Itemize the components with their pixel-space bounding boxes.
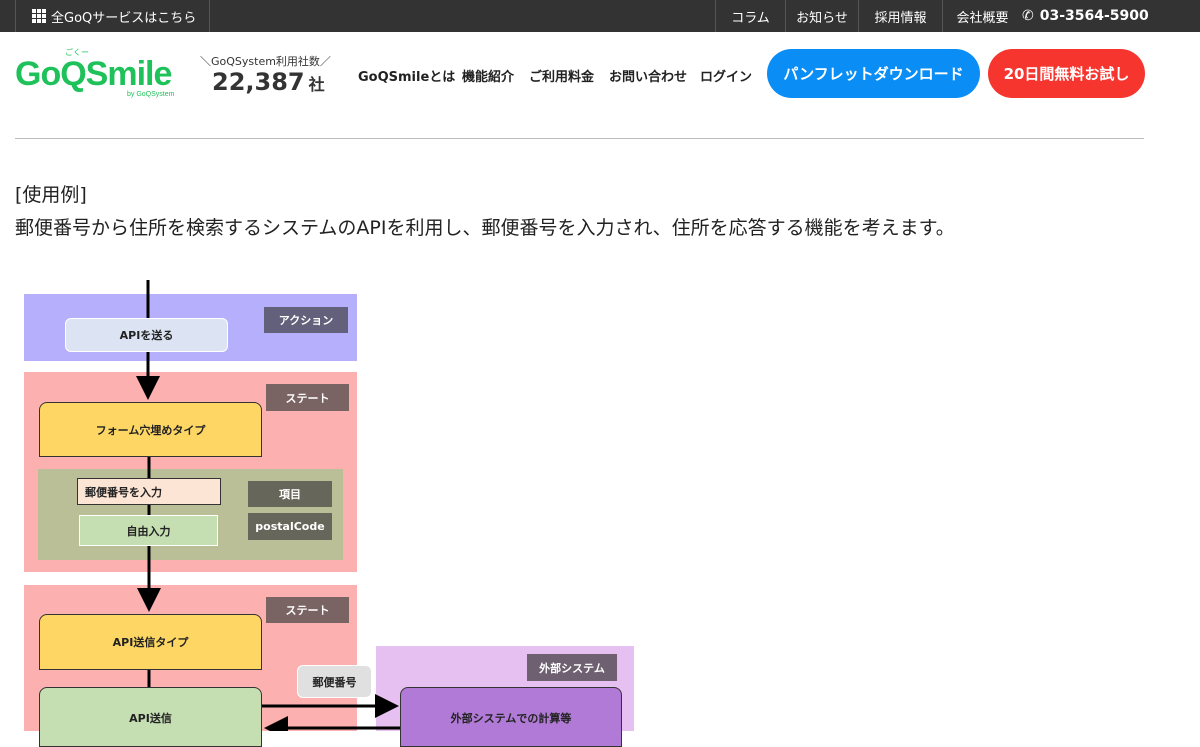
phone-icon: ✆	[1022, 8, 1034, 24]
state-label-2: ステート	[266, 597, 349, 623]
nav-login[interactable]: ログイン	[700, 66, 752, 85]
item-value: postalCode	[248, 513, 332, 540]
phone-link[interactable]: ✆ 03-3564-5900	[1022, 0, 1149, 32]
send-api-node: APIを送る	[65, 318, 228, 352]
external-calc-node: 外部システムでの計算等	[400, 687, 622, 747]
top-link-recruit[interactable]: 採用情報	[858, 0, 942, 32]
postal-input-node: 郵便番号を入力	[77, 478, 221, 505]
top-link-news[interactable]: お知らせ	[785, 0, 858, 32]
external-system-label: 外部システム	[527, 654, 617, 681]
state-label-1: ステート	[266, 384, 349, 411]
free-trial-button[interactable]: 20日間無料お試し	[988, 49, 1145, 98]
api-type-node: API送信タイプ	[39, 614, 262, 670]
top-link-company[interactable]: 会社概要	[942, 0, 1022, 32]
item-label: 項目	[248, 481, 332, 507]
form-type-node: フォーム穴埋めタイプ	[39, 402, 262, 457]
api-send-node: API送信	[39, 687, 262, 747]
postal-code-bubble: 郵便番号	[297, 665, 372, 698]
free-input-node: 自由入力	[79, 515, 218, 546]
pamphlet-download-button[interactable]: パンフレットダウンロード	[767, 49, 980, 98]
top-link-column[interactable]: コラム	[715, 0, 785, 32]
phone-number: 03-3564-5900	[1039, 8, 1149, 24]
action-label: アクション	[264, 307, 348, 333]
